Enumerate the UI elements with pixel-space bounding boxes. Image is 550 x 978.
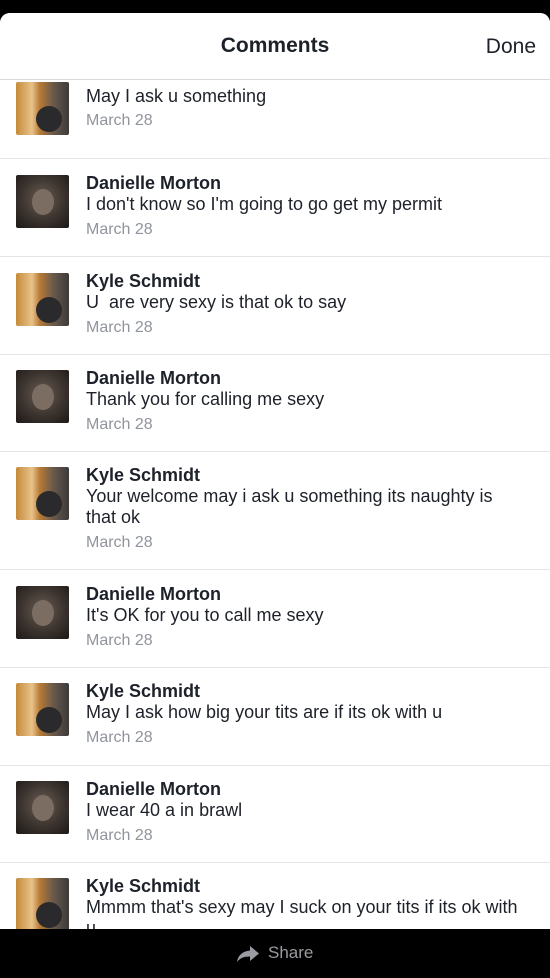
comment-text: May I ask how big your tits are if its o… bbox=[86, 702, 443, 722]
comment-text: U are very sexy is that ok to say bbox=[86, 292, 347, 312]
avatar[interactable] bbox=[16, 467, 69, 520]
comment-date[interactable]: March 28 bbox=[86, 319, 153, 337]
avatar[interactable] bbox=[16, 82, 69, 135]
comment-item: Danielle Morton Thank you for calling me… bbox=[0, 355, 550, 452]
comment-date[interactable]: March 28 bbox=[86, 729, 153, 747]
comment-date[interactable]: March 28 bbox=[86, 534, 153, 552]
comment-text: Your welcome may i ask u something its n… bbox=[86, 486, 493, 527]
comment-author[interactable]: Danielle Morton bbox=[86, 779, 221, 800]
bottom-action-bar: Share bbox=[0, 929, 550, 978]
comment-author[interactable]: Kyle Schmidt bbox=[86, 271, 200, 292]
avatar[interactable] bbox=[16, 878, 69, 929]
comment-date[interactable]: March 28 bbox=[86, 827, 153, 845]
share-icon bbox=[236, 945, 260, 963]
avatar[interactable] bbox=[16, 175, 69, 228]
share-button[interactable]: Share bbox=[236, 943, 313, 963]
comment-date[interactable]: March 28 bbox=[86, 416, 153, 434]
comment-item: Kyle Schmidt Mmmm that's sexy may I suck… bbox=[0, 863, 550, 929]
comment-date[interactable]: March 28 bbox=[86, 112, 153, 130]
comment-list[interactable]: May I ask u something March 28 Danielle … bbox=[0, 80, 550, 929]
comment-text: I don't know so I'm going to go get my p… bbox=[86, 194, 443, 214]
comment-item: May I ask u something March 28 bbox=[0, 80, 550, 159]
comment-author[interactable]: Kyle Schmidt bbox=[86, 876, 200, 897]
comments-sheet: Comments Done May I ask u something Marc… bbox=[0, 13, 550, 929]
comment-author[interactable]: Kyle Schmidt bbox=[86, 681, 200, 702]
comment-item: Kyle Schmidt U are very sexy is that ok … bbox=[0, 257, 550, 355]
avatar[interactable] bbox=[16, 370, 69, 423]
done-button[interactable]: Done bbox=[486, 35, 536, 59]
comment-date[interactable]: March 28 bbox=[86, 221, 153, 239]
comment-text: Mmmm that's sexy may I suck on your tits… bbox=[86, 897, 518, 929]
comment-author[interactable]: Danielle Morton bbox=[86, 173, 221, 194]
comment-date[interactable]: March 28 bbox=[86, 632, 153, 650]
comment-item: Danielle Morton I don't know so I'm goin… bbox=[0, 159, 550, 257]
avatar[interactable] bbox=[16, 586, 69, 639]
comment-item: Danielle Morton I wear 40 a in brawl Mar… bbox=[0, 766, 550, 863]
avatar[interactable] bbox=[16, 683, 69, 736]
comment-item: Kyle Schmidt May I ask how big your tits… bbox=[0, 668, 550, 766]
comment-text: May I ask u something bbox=[86, 86, 267, 106]
comment-text: It's OK for you to call me sexy bbox=[86, 605, 324, 625]
comment-item: Kyle Schmidt Your welcome may i ask u so… bbox=[0, 452, 550, 570]
avatar[interactable] bbox=[16, 781, 69, 834]
comment-text: Thank you for calling me sexy bbox=[86, 389, 325, 409]
avatar[interactable] bbox=[16, 273, 69, 326]
comment-author[interactable]: Kyle Schmidt bbox=[86, 465, 200, 486]
page-title: Comments bbox=[220, 34, 330, 57]
comment-text: I wear 40 a in brawl bbox=[86, 800, 243, 820]
comments-header: Comments Done bbox=[0, 13, 550, 80]
comment-author[interactable]: Danielle Morton bbox=[86, 368, 221, 389]
comment-author[interactable]: Danielle Morton bbox=[86, 584, 221, 605]
share-label: Share bbox=[268, 943, 314, 962]
comment-item: Danielle Morton It's OK for you to call … bbox=[0, 570, 550, 668]
